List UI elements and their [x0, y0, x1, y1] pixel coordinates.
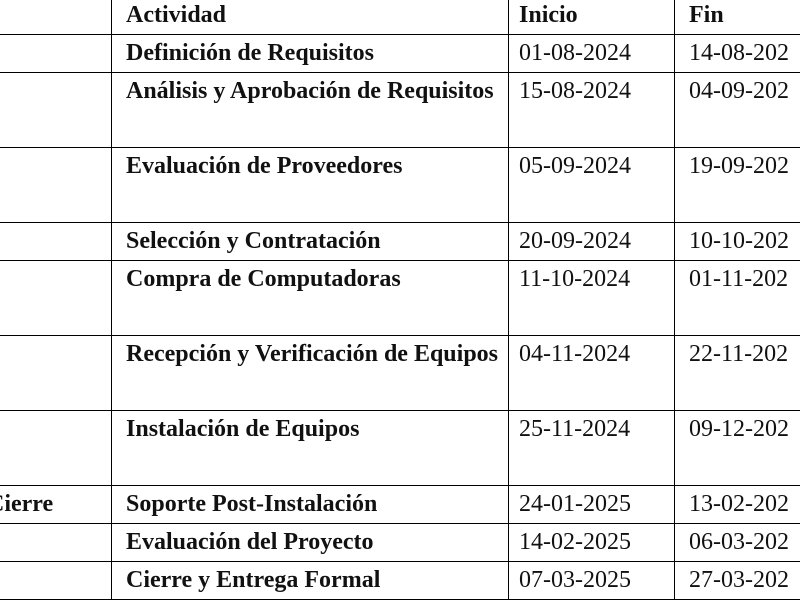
row-phase — [0, 147, 112, 223]
row-activity: Selección y Contratación — [111, 222, 509, 261]
row-start-date: 04-11-2024 — [508, 335, 675, 411]
table-row: Cierre y Entrega Formal 07-03-2025 27-03… — [0, 561, 800, 600]
header-end: Fin — [674, 0, 800, 35]
row-end-date: 01-11-202 — [674, 260, 800, 336]
row-activity: Instalación de Equipos — [111, 410, 509, 486]
table-header-row: Actividad Inicio Fin — [0, 0, 800, 35]
row-end-date: 04-09-202 — [674, 72, 800, 148]
table-row: Instalación de Equipos 25-11-2024 09-12-… — [0, 410, 800, 486]
row-end-date: 06-03-202 — [674, 523, 800, 562]
table-row: Cierre Soporte Post-Instalación 24-01-20… — [0, 485, 800, 524]
table-row: Evaluación del Proyecto 14-02-2025 06-03… — [0, 523, 800, 562]
row-start-date: 11-10-2024 — [508, 260, 675, 336]
row-phase — [0, 72, 112, 148]
row-activity: Soporte Post-Instalación — [111, 485, 509, 524]
row-end-date: 14-08-202 — [674, 34, 800, 73]
schedule-table: Actividad Inicio Fin Definición de Requi… — [0, 0, 800, 600]
row-end-date: 13-02-202 — [674, 485, 800, 524]
row-end-date: 27-03-202 — [674, 561, 800, 600]
row-phase — [0, 523, 112, 562]
row-start-date: 01-08-2024 — [508, 34, 675, 73]
row-start-date: 20-09-2024 — [508, 222, 675, 261]
row-phase — [0, 260, 112, 336]
row-end-date: 09-12-202 — [674, 410, 800, 486]
table-row: Análisis y Aprobación de Requisitos 15-0… — [0, 72, 800, 148]
row-phase — [0, 222, 112, 261]
table-row: Compra de Computadoras 11-10-2024 01-11-… — [0, 260, 800, 336]
row-activity: Evaluación de Proveedores — [111, 147, 509, 223]
row-end-date: 19-09-202 — [674, 147, 800, 223]
row-start-date: 05-09-2024 — [508, 147, 675, 223]
schedule-table-container: Actividad Inicio Fin Definición de Requi… — [0, 0, 800, 600]
header-start: Inicio — [508, 0, 675, 35]
row-phase — [0, 561, 112, 600]
table-row: Evaluación de Proveedores 05-09-2024 19-… — [0, 147, 800, 223]
row-activity: Definición de Requisitos — [111, 34, 509, 73]
row-end-date: 10-10-202 — [674, 222, 800, 261]
row-activity: Recepción y Verificación de Equipos — [111, 335, 509, 411]
row-phase — [0, 335, 112, 411]
header-phase — [0, 0, 112, 35]
table-row: Definición de Requisitos 01-08-2024 14-0… — [0, 34, 800, 73]
row-activity: Compra de Computadoras — [111, 260, 509, 336]
row-activity: Cierre y Entrega Formal — [111, 561, 509, 600]
row-phase — [0, 34, 112, 73]
row-start-date: 15-08-2024 — [508, 72, 675, 148]
row-start-date: 25-11-2024 — [508, 410, 675, 486]
row-phase — [0, 410, 112, 486]
row-start-date: 07-03-2025 — [508, 561, 675, 600]
row-activity: Análisis y Aprobación de Requisitos — [111, 72, 509, 148]
header-activity: Actividad — [111, 0, 509, 35]
row-phase: Cierre — [0, 485, 112, 524]
table-row: Selección y Contratación 20-09-2024 10-1… — [0, 222, 800, 261]
row-start-date: 14-02-2025 — [508, 523, 675, 562]
row-activity: Evaluación del Proyecto — [111, 523, 509, 562]
row-end-date: 22-11-202 — [674, 335, 800, 411]
table-row: Recepción y Verificación de Equipos 04-1… — [0, 335, 800, 411]
row-start-date: 24-01-2025 — [508, 485, 675, 524]
